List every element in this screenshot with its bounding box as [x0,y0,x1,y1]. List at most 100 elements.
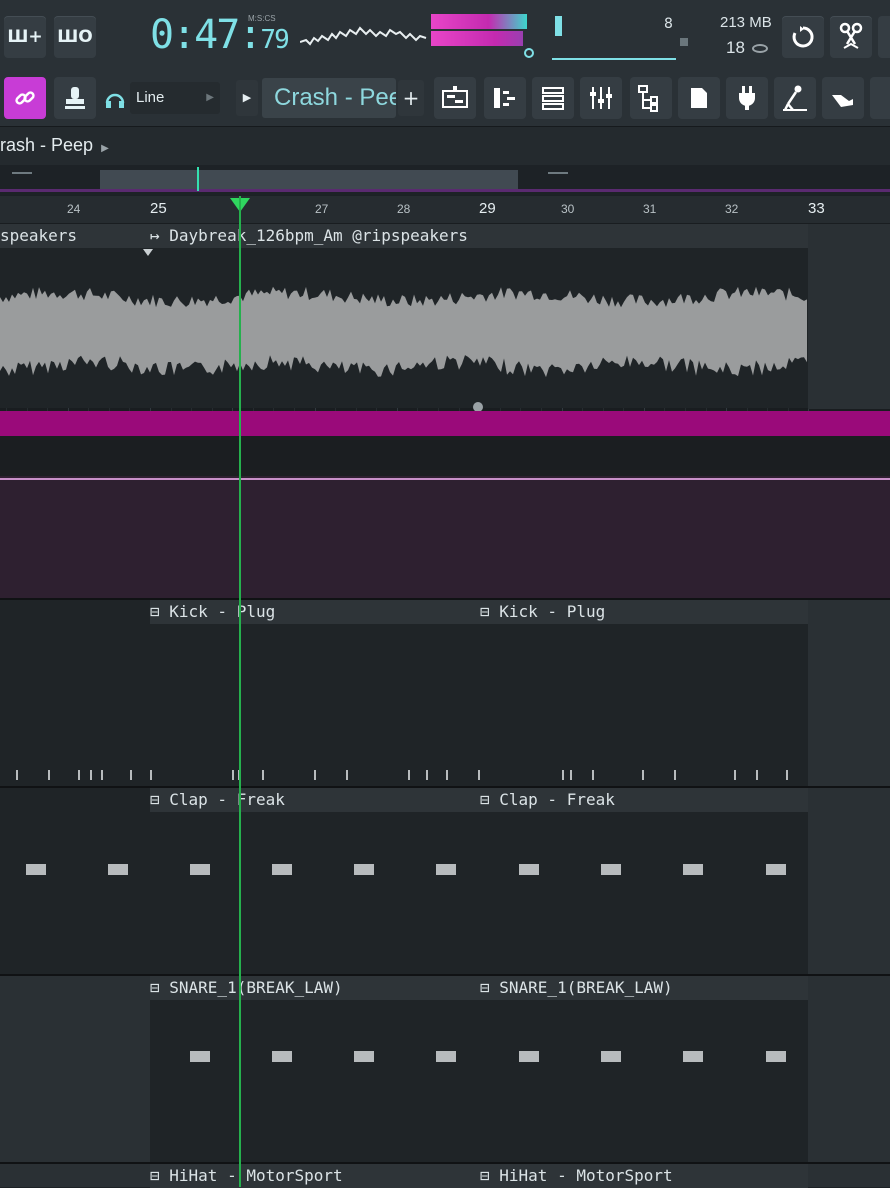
clap-note [190,864,210,875]
pattern-clip-header[interactable]: ⊟ HiHat - MotorSport [480,1164,808,1188]
stamp-icon [65,87,85,109]
cut-tool-button[interactable] [830,16,872,58]
pattern-prev-button[interactable]: ▶ [236,80,258,116]
kick-note [232,770,234,780]
eye-icon[interactable] [524,48,534,58]
snare-note [766,1051,786,1062]
kick-note [674,770,676,780]
ruler-bar-number: 28 [397,202,411,216]
toolbar-overflow-button[interactable] [870,77,890,119]
mixer-button[interactable] [580,77,622,119]
clap-note [519,864,539,875]
pattern-clip-body[interactable] [0,788,150,974]
ruler-bar-number: 31 [643,202,657,216]
voices-count: 8 [664,16,673,32]
undo-history-button[interactable] [782,16,824,58]
kick-note [262,770,264,780]
performance-button[interactable] [774,77,816,119]
plug-icon [739,86,755,110]
peak-meter-right [431,31,523,46]
pattern-clip-body[interactable] [0,600,150,786]
clip-name: ⊟ Clap - Freak [150,790,285,809]
add-pattern-button[interactable]: Ш+ [4,16,46,58]
pattern-clip-header[interactable]: ⊟ Clap - Freak [480,788,808,812]
clap-note [766,864,786,875]
hand-icon [832,95,853,107]
snare-note [601,1051,621,1062]
kick-note [130,770,132,780]
pattern-clip-body[interactable] [150,812,808,974]
track-separator [0,786,890,788]
overview-playhead [197,167,199,191]
link-tool-button[interactable] [4,77,46,119]
empty-region [808,788,890,974]
pattern-clip-header[interactable]: ⊟ Kick - Plug [480,600,808,624]
pattern-name: Crash - Peep [274,84,396,111]
overflow-button[interactable] [878,16,890,58]
headphones-icon[interactable] [104,88,126,110]
audio-clip-header[interactable]: ↦ Daybreak_126bpm_Am @ripspeakers [150,224,808,248]
clone-pattern-button[interactable]: ШО [54,16,96,58]
export-button[interactable] [822,77,864,119]
pattern-clip-body[interactable] [150,1000,808,1162]
kick-note [101,770,103,780]
track-separator [0,974,890,976]
ruler-bar-number: 32 [725,202,739,216]
breadcrumb[interactable]: rash - Peep ▶ [0,135,109,156]
pattern-clip-header[interactable]: ⊟ SNARE_1(BREAK_LAW) [480,976,808,1000]
kick-note [90,770,92,780]
stamp-tool-button[interactable] [54,77,96,119]
fade-handle-icon[interactable] [142,248,154,258]
scissors-icon [839,22,863,49]
kick-note [16,770,18,780]
kick-note [426,770,428,780]
clip-name: ⊟ SNARE_1(BREAK_LAW) [150,978,343,997]
time-centiseconds: 79 [260,25,289,55]
microphone-stand-icon [783,85,807,111]
chevron-right-icon: ▶ [206,92,214,103]
empty-region [808,600,890,786]
cpu-graph-baseline [552,58,676,60]
channel-rack-button[interactable] [532,77,574,119]
add-pattern-plus-button[interactable]: + [398,80,424,116]
add-pattern-label: Ш+ [7,27,43,47]
ruler-bar-number: 27 [315,202,329,216]
pattern-selector[interactable]: Crash - Peep [262,78,396,118]
overview-marker [548,172,568,174]
kick-note [78,770,80,780]
timeline-ruler[interactable] [0,196,890,224]
empty-region [808,1164,890,1187]
clap-note [272,864,292,875]
track-separator [0,598,890,600]
snare-note [190,1051,210,1062]
pattern-clip-body[interactable] [150,624,808,786]
kick-note [592,770,594,780]
audio-clip-header[interactable]: speakers [0,224,150,248]
overview-marker [12,172,32,174]
pattern-clip-header[interactable]: ⊟ Kick - Plug [150,600,480,624]
browser-button[interactable] [630,77,672,119]
piano-roll-icon [494,88,515,108]
kick-note [314,770,316,780]
snap-selector[interactable]: Line ▶ [130,82,220,114]
pattern-clip-header[interactable]: ⊟ Clap - Freak [150,788,480,812]
plus-label: + [402,86,420,110]
ruler-bar-number: 25 [150,200,167,217]
piano-roll-button[interactable] [484,77,526,119]
pattern-clip-header[interactable]: ⊟ HiHat - MotorSport [150,1164,480,1188]
ruler-bar-number: 29 [479,200,496,217]
snare-note [519,1051,539,1062]
playlist-header-bar [0,127,890,165]
plugin-button[interactable] [726,77,768,119]
kick-note [570,770,572,780]
kick-note [756,770,758,780]
playlist-button[interactable] [434,77,476,119]
automation-clip-header[interactable] [0,411,890,436]
pattern-clip-header[interactable]: ⊟ SNARE_1(BREAK_LAW) [150,976,480,1000]
project-files-button[interactable] [678,77,720,119]
automation-clip-body[interactable] [0,476,890,598]
link-icon [15,91,35,105]
peak-meter-left [431,14,527,29]
empty-region [808,976,890,1162]
voices-indicator-icon [680,38,688,46]
